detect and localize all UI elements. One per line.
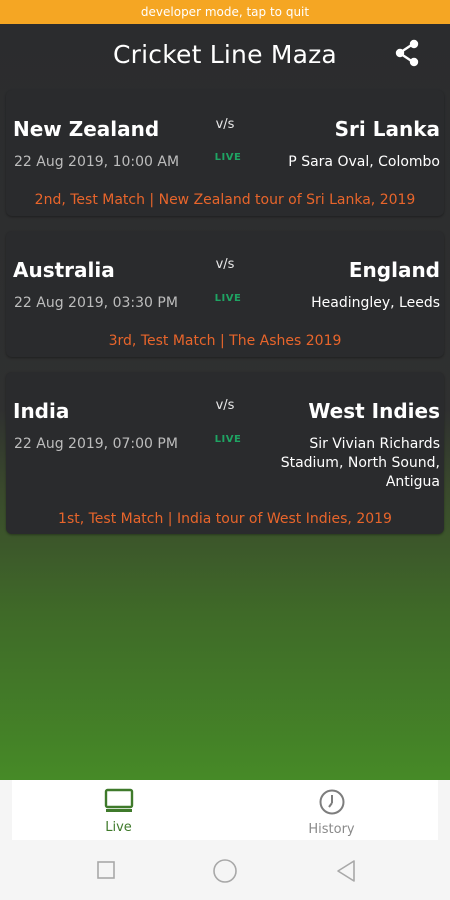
- tab-history-label: History: [308, 822, 355, 837]
- match-card[interactable]: New Zealand v/s Sri Lanka 22 Aug 2019, 1…: [6, 90, 444, 216]
- match-card[interactable]: Australia v/s England 22 Aug 2019, 03:30…: [6, 231, 444, 357]
- back-triangle-icon: [337, 860, 355, 882]
- app-header: Cricket Line Maza: [0, 24, 450, 84]
- match-series-info: 2nd, Test Match | New Zealand tour of Sr…: [34, 192, 416, 208]
- circle-icon: [213, 859, 237, 883]
- system-navigation-bar: [0, 840, 450, 900]
- team-2-name: England: [348, 258, 440, 282]
- match-venue: Headingley, Leeds: [311, 295, 440, 311]
- page-title: Cricket Line Maza: [113, 39, 337, 69]
- match-series-info: 3rd, Test Match | The Ashes 2019: [108, 333, 342, 349]
- square-icon: [97, 861, 115, 879]
- share-icon: [395, 39, 419, 67]
- tv-icon: [104, 788, 133, 812]
- team-2-name: Sri Lanka: [334, 117, 440, 141]
- match-series-info: 1st, Test Match | India tour of West Ind…: [58, 511, 392, 527]
- clock-icon: [319, 789, 344, 815]
- tab-live[interactable]: Live: [12, 780, 225, 840]
- bottom-navigation: Live History: [12, 780, 438, 840]
- team-2-name: West Indies: [308, 399, 440, 423]
- tab-live-label: Live: [105, 820, 132, 835]
- home-button[interactable]: [212, 858, 238, 888]
- tab-history[interactable]: History: [225, 780, 438, 840]
- back-button[interactable]: [334, 858, 358, 888]
- match-card[interactable]: India v/s West Indies 22 Aug 2019, 07:00…: [6, 372, 444, 534]
- recent-apps-button[interactable]: [96, 860, 116, 884]
- match-venue: Sir Vivian Richards Stadium, North Sound…: [280, 436, 440, 490]
- share-button[interactable]: [392, 38, 422, 68]
- match-venue: P Sara Oval, Colombo: [288, 154, 440, 170]
- app-content: Cricket Line Maza New Zealand v/s Sri La…: [0, 24, 450, 780]
- developer-mode-banner[interactable]: developer mode, tap to quit: [0, 0, 450, 24]
